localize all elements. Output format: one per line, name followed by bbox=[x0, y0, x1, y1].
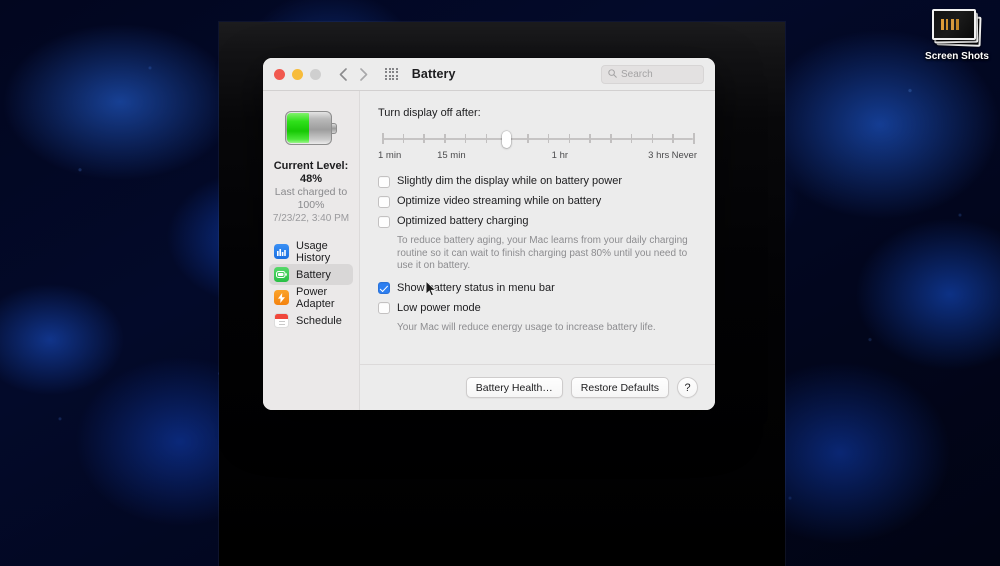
search-placeholder: Search bbox=[621, 69, 653, 80]
slider-tick-label: 1 hr bbox=[551, 150, 569, 161]
window-body: Current Level: 48% Last charged to 100% … bbox=[263, 91, 715, 410]
back-chevron-icon[interactable] bbox=[339, 67, 347, 81]
window-titlebar: Battery Search bbox=[263, 58, 715, 91]
sidebar-item-label: Battery bbox=[296, 268, 331, 281]
checkbox[interactable] bbox=[378, 215, 390, 228]
sidebar-list: Usage History Battery Power Adapter Sche… bbox=[263, 239, 359, 331]
traffic-lights bbox=[274, 68, 321, 80]
slider-tick-label: 15 min bbox=[437, 150, 466, 161]
option-row[interactable]: Slightly dim the display while on batter… bbox=[378, 175, 697, 188]
slider-tick bbox=[568, 134, 571, 143]
sidebar-item-schedule[interactable]: Schedule bbox=[269, 310, 353, 331]
option-row[interactable]: Optimized battery charging bbox=[378, 215, 697, 228]
battery-level-graphic bbox=[285, 111, 337, 145]
screenshots-stack-icon bbox=[931, 8, 983, 48]
battery-icon bbox=[274, 267, 289, 282]
desktop-icon-label: Screen Shots bbox=[925, 51, 989, 62]
sidebar: Current Level: 48% Last charged to 100% … bbox=[263, 91, 360, 410]
usage-history-icon bbox=[274, 244, 289, 259]
help-button[interactable]: ? bbox=[677, 377, 698, 398]
sidebar-item-label: Power Adapter bbox=[296, 285, 335, 310]
sidebar-item-label: Schedule bbox=[296, 314, 342, 327]
slider-labels: 1 min 15 min 1 hr 3 hrs Never bbox=[378, 150, 697, 162]
option-row[interactable]: Low power mode bbox=[378, 302, 697, 315]
sidebar-item-battery[interactable]: Battery bbox=[269, 264, 353, 285]
turn-display-off-label: Turn display off after: bbox=[378, 107, 481, 119]
schedule-icon bbox=[274, 313, 289, 328]
power-adapter-icon bbox=[274, 290, 289, 305]
slider-tick-label: 1 min bbox=[378, 150, 402, 161]
mouse-cursor bbox=[425, 279, 437, 303]
desktop-icon-screen-shots[interactable]: Screen Shots bbox=[922, 6, 992, 63]
slider-knob[interactable] bbox=[501, 131, 511, 148]
sidebar-item-power-adapter[interactable]: Power Adapter bbox=[269, 285, 353, 310]
option-label: Slightly dim the display while on batter… bbox=[397, 175, 623, 187]
slider-tick bbox=[402, 134, 405, 143]
slider-tick bbox=[693, 133, 695, 144]
slider-tick bbox=[610, 134, 612, 143]
zoom-button[interactable] bbox=[310, 68, 321, 80]
system-preferences-window: Battery Search Current Level: 48% Last c… bbox=[263, 58, 715, 410]
checkbox[interactable] bbox=[378, 175, 390, 188]
slider-tick-label: Never bbox=[671, 150, 697, 161]
option-label: Show battery status in menu bar bbox=[397, 281, 555, 294]
checkbox[interactable] bbox=[378, 302, 390, 314]
divider bbox=[360, 363, 715, 364]
content-pane: Turn display off after: 1 min 15 min 1 hr 3… bbox=[360, 91, 715, 410]
close-button[interactable] bbox=[274, 68, 285, 80]
forward-chevron-icon[interactable] bbox=[360, 67, 368, 81]
options-list: Slightly dim the display while on batter… bbox=[378, 175, 697, 334]
page-title: Battery bbox=[411, 67, 456, 81]
show-all-grid-icon[interactable] bbox=[385, 67, 398, 81]
restore-defaults-button[interactable]: Restore Defaults bbox=[570, 377, 669, 398]
search-icon bbox=[608, 68, 617, 81]
slider-tick bbox=[382, 133, 384, 144]
option-label: Optimize video streaming while on batter… bbox=[397, 195, 602, 207]
slider-tick bbox=[527, 134, 529, 143]
battery-status-text: Current Level: 48% Last charged to 100% … bbox=[263, 160, 359, 225]
battery-health-button[interactable]: Battery Health… bbox=[465, 377, 563, 398]
slider-tick bbox=[630, 134, 633, 143]
minimize-button[interactable] bbox=[292, 68, 303, 80]
slider-tick bbox=[547, 134, 550, 143]
slider-tick bbox=[444, 134, 446, 143]
slider-tick bbox=[672, 134, 674, 143]
display-sleep-slider[interactable] bbox=[382, 131, 695, 148]
button-row: Battery Health… Restore Defaults ? bbox=[465, 377, 698, 398]
slider-tick bbox=[423, 134, 425, 143]
checkbox[interactable] bbox=[378, 195, 390, 208]
checkbox[interactable] bbox=[378, 282, 390, 294]
navigation-arrows bbox=[339, 67, 368, 81]
slider-tick bbox=[485, 134, 488, 143]
last-charged-label: Last charged to 100% bbox=[274, 186, 348, 211]
slider-tick bbox=[464, 134, 467, 143]
last-charged-time: 7/23/22, 3:40 PM bbox=[272, 213, 350, 224]
slider-tick bbox=[589, 134, 591, 143]
slider-tick bbox=[651, 134, 654, 143]
option-description: To reduce battery aging, your Mac learns… bbox=[397, 235, 688, 271]
option-label: Optimized battery charging bbox=[397, 215, 529, 227]
current-level-label: Current Level: 48% bbox=[273, 160, 349, 185]
option-description: Your Mac will reduce energy usage to inc… bbox=[397, 321, 656, 333]
option-label: Low power mode bbox=[397, 301, 481, 314]
search-field[interactable]: Search bbox=[601, 65, 704, 84]
sidebar-item-usage-history[interactable]: Usage History bbox=[269, 239, 353, 264]
option-row[interactable]: Optimize video streaming while on batter… bbox=[378, 195, 697, 208]
sidebar-item-label: Usage History bbox=[296, 239, 331, 264]
slider-tick-label: 3 hrs bbox=[648, 150, 670, 161]
slider-track bbox=[382, 138, 693, 140]
